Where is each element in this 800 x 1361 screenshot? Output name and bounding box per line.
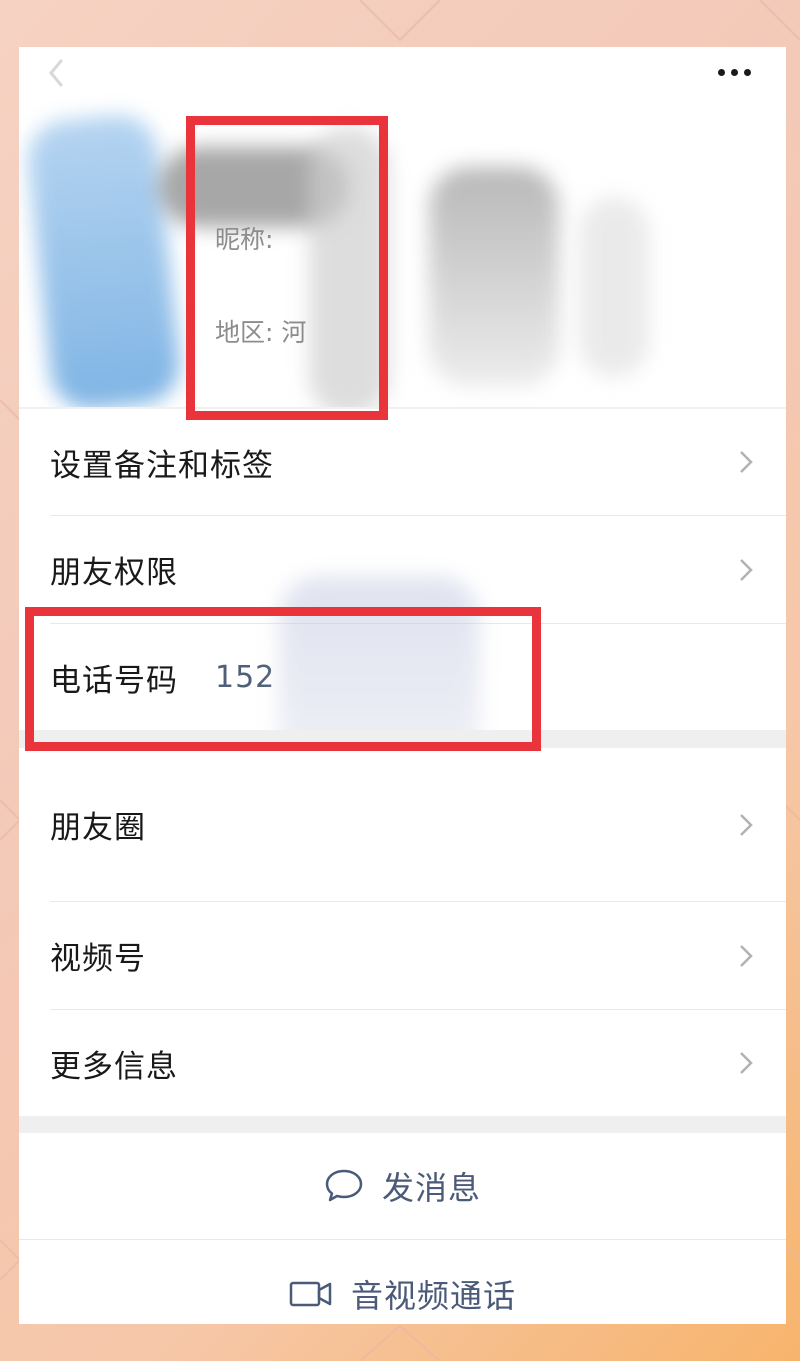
moments-row[interactable]: 朋友圈 [19, 748, 786, 901]
video-camera-icon [289, 1281, 332, 1306]
chat-bubble-icon [325, 1169, 363, 1202]
contact-profile-screen: 昵称: 地区: 河 设置备注和标签 朋友权限 电话号码 152 朋友圈 视频号 … [19, 47, 786, 1324]
chevron-right-icon [740, 451, 753, 473]
region-text: 地区: 河 [215, 318, 307, 347]
av-call-label: 音视频通话 [350, 1276, 516, 1315]
blurred-avatar [24, 110, 184, 414]
blurred-smudge [309, 127, 389, 417]
set-remark-tags-label: 设置备注和标签 [50, 447, 274, 484]
moments-label: 朋友圈 [50, 810, 146, 846]
chevron-right-icon [740, 1052, 753, 1074]
av-call-button[interactable]: 音视频通话 [19, 1240, 786, 1324]
phone-number-value[interactable]: 152 [215, 660, 275, 695]
blurred-smudge [579, 197, 649, 377]
more-info-row[interactable]: 更多信息 [19, 1010, 786, 1116]
send-message-button[interactable]: 发消息 [19, 1133, 786, 1239]
channels-label: 视频号 [50, 941, 146, 977]
chevron-right-icon [740, 944, 753, 967]
profile-header: 昵称: 地区: 河 [19, 47, 786, 417]
channels-row[interactable]: 视频号 [19, 902, 786, 1009]
more-options-icon[interactable] [718, 65, 758, 79]
nickname-text: 昵称: [215, 225, 274, 254]
send-message-label: 发消息 [381, 1169, 481, 1207]
section-gap [19, 1116, 786, 1133]
friend-permissions-label: 朋友权限 [50, 555, 178, 591]
chevron-right-icon [740, 558, 753, 581]
more-info-label: 更多信息 [50, 1048, 178, 1085]
back-arrow-icon[interactable] [41, 55, 71, 91]
section-gap [19, 730, 786, 748]
phone-number-label: 电话号码 [50, 662, 178, 699]
set-remark-tags-row[interactable]: 设置备注和标签 [19, 409, 786, 515]
blurred-smudge [429, 167, 559, 387]
chevron-right-icon [740, 813, 753, 836]
